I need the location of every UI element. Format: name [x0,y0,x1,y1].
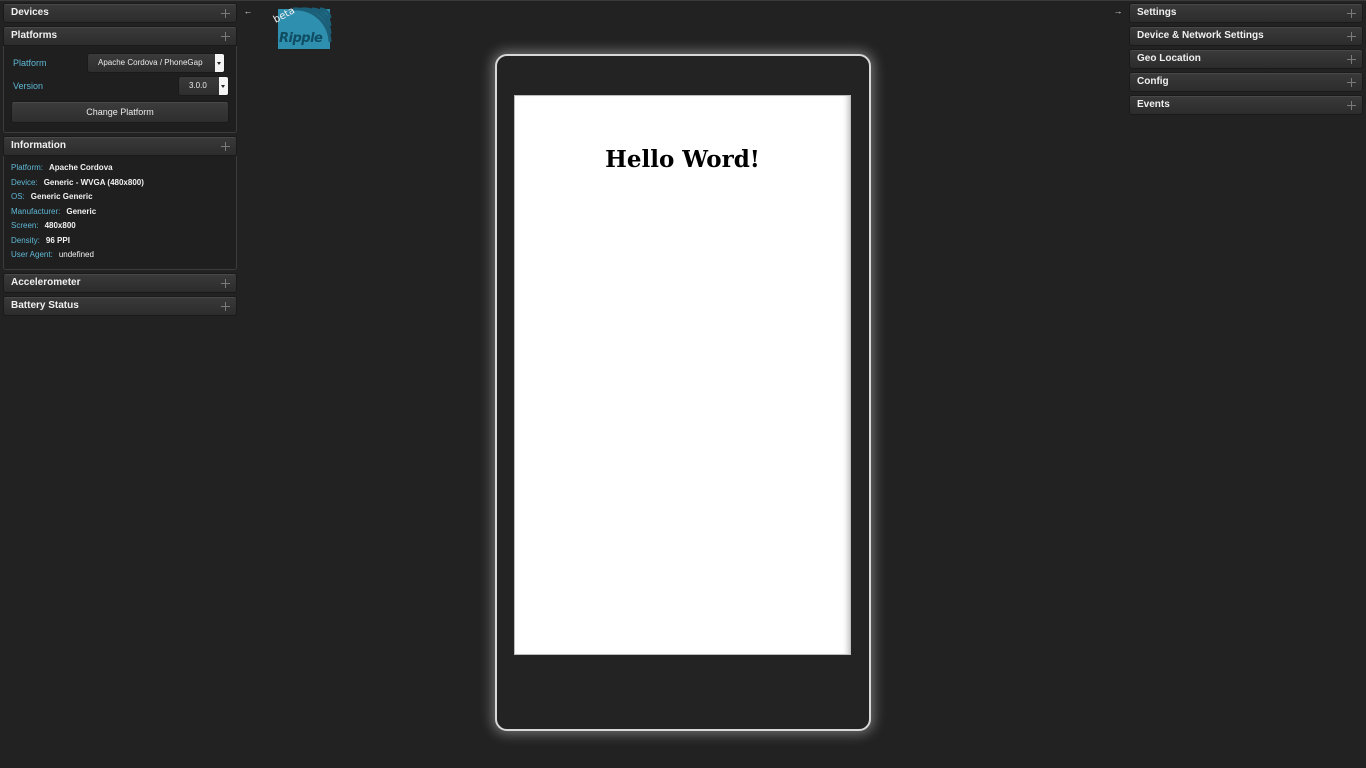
platform-row: Platform Apache Cordova / PhoneGap [11,52,229,74]
device-frame: Hello Word! [495,54,871,731]
devices-panel: Devices [3,3,237,23]
info-key: OS: [11,192,25,201]
settings-panel: Settings [1129,3,1363,23]
expand-icon[interactable] [221,32,230,41]
info-key: Manufacturer: [11,206,61,216]
expand-icon[interactable] [1347,32,1356,41]
accelerometer-panel-header[interactable]: Accelerometer [3,273,237,293]
version-select-value: 3.0.0 [189,81,207,90]
info-row-screen: Screen: 480x800 [11,219,229,234]
version-select[interactable]: 3.0.0 [178,76,229,96]
ripple-logo: beta Ripple [272,5,332,50]
panel-title: Accelerometer [11,277,81,288]
panel-title: Platforms [11,30,58,41]
panel-title: Battery Status [11,300,79,311]
expand-icon[interactable] [1347,9,1356,18]
events-panel: Events [1129,95,1363,115]
panel-title: Devices [11,7,49,18]
info-value: Generic Generic [30,192,93,201]
panel-title: Settings [1137,7,1177,18]
panel-title: Events [1137,99,1170,110]
battery-status-panel-header[interactable]: Battery Status [3,296,237,316]
info-row-platform: Platform: Apache Cordova [11,161,229,176]
platform-select[interactable]: Apache Cordova / PhoneGap [87,53,225,73]
version-row: Version 3.0.0 [11,75,229,97]
info-value: 96 PPI [45,235,70,245]
info-row-manufacturer: Manufacturer: Generic [11,205,229,220]
right-panel-column: Settings Device & Network Settings Geo L… [1129,3,1363,118]
device-network-settings-panel: Device & Network Settings [1129,26,1363,46]
app-heading: Hello Word! [605,146,760,173]
config-panel-header[interactable]: Config [1129,72,1363,92]
info-row-os: OS: Generic Generic [11,190,229,205]
platform-label: Platform [13,58,47,68]
settings-panel-header[interactable]: Settings [1129,3,1363,23]
platforms-panel-body: Platform Apache Cordova / PhoneGap Versi… [3,46,237,133]
expand-icon[interactable] [221,142,230,151]
device-screen[interactable]: Hello Word! [514,95,851,655]
expand-icon[interactable] [1347,55,1356,64]
panel-title: Information [11,140,66,151]
version-label: Version [13,81,44,91]
information-panel-header[interactable]: Information [3,136,237,156]
platforms-panel-header[interactable]: Platforms [3,26,237,46]
expand-icon[interactable] [1347,78,1356,87]
collapse-right-arrow-icon[interactable]: → [1113,6,1123,16]
info-value: Generic [66,206,97,216]
info-row-density: Density: 96 PPI [11,234,229,249]
change-platform-button[interactable]: Change Platform [11,101,229,123]
devices-panel-header[interactable]: Devices [3,3,237,23]
logo-wordmark: Ripple [279,31,323,46]
panel-title: Geo Location [1137,53,1201,64]
info-key: Platform: [11,163,44,172]
dropdown-arrow-icon[interactable] [215,54,224,72]
platforms-panel: Platforms Platform Apache Cordova / Phon… [3,26,237,133]
geo-location-panel: Geo Location [1129,49,1363,69]
info-key: User Agent: [11,250,53,259]
info-row-device: Device: Generic - WVGA (480x800) [11,176,229,191]
info-value: 480x800 [44,221,76,230]
expand-icon[interactable] [1347,101,1356,110]
info-value: undefined [58,250,94,259]
battery-status-panel: Battery Status [3,296,237,316]
info-value: Generic - WVGA (480x800) [43,177,144,187]
left-panel-column: Devices Platforms Platform Apache Cordov… [3,3,237,319]
platform-select-value: Apache Cordova / PhoneGap [98,58,203,67]
panel-title: Config [1137,76,1169,87]
info-value: Apache Cordova [49,163,113,172]
information-panel-body: Platform: Apache Cordova Device: Generic -… [3,156,237,270]
events-panel-header[interactable]: Events [1129,95,1363,115]
geo-location-panel-header[interactable]: Geo Location [1129,49,1363,69]
accelerometer-panel: Accelerometer [3,273,237,293]
device-network-settings-panel-header[interactable]: Device & Network Settings [1129,26,1363,46]
expand-icon[interactable] [221,302,230,311]
collapse-left-arrow-icon[interactable]: ← [243,6,253,16]
info-row-user-agent: User Agent: undefined [11,248,229,263]
panel-title: Device & Network Settings [1137,30,1264,41]
information-panel: Information Platform: Apache Cordova Devi… [3,136,237,270]
config-panel: Config [1129,72,1363,92]
expand-icon[interactable] [221,9,230,18]
expand-icon[interactable] [221,279,230,288]
info-key: Device: [11,177,38,187]
dropdown-arrow-icon[interactable] [219,77,228,95]
info-key: Screen: [11,221,39,230]
info-key: Density: [11,235,40,245]
